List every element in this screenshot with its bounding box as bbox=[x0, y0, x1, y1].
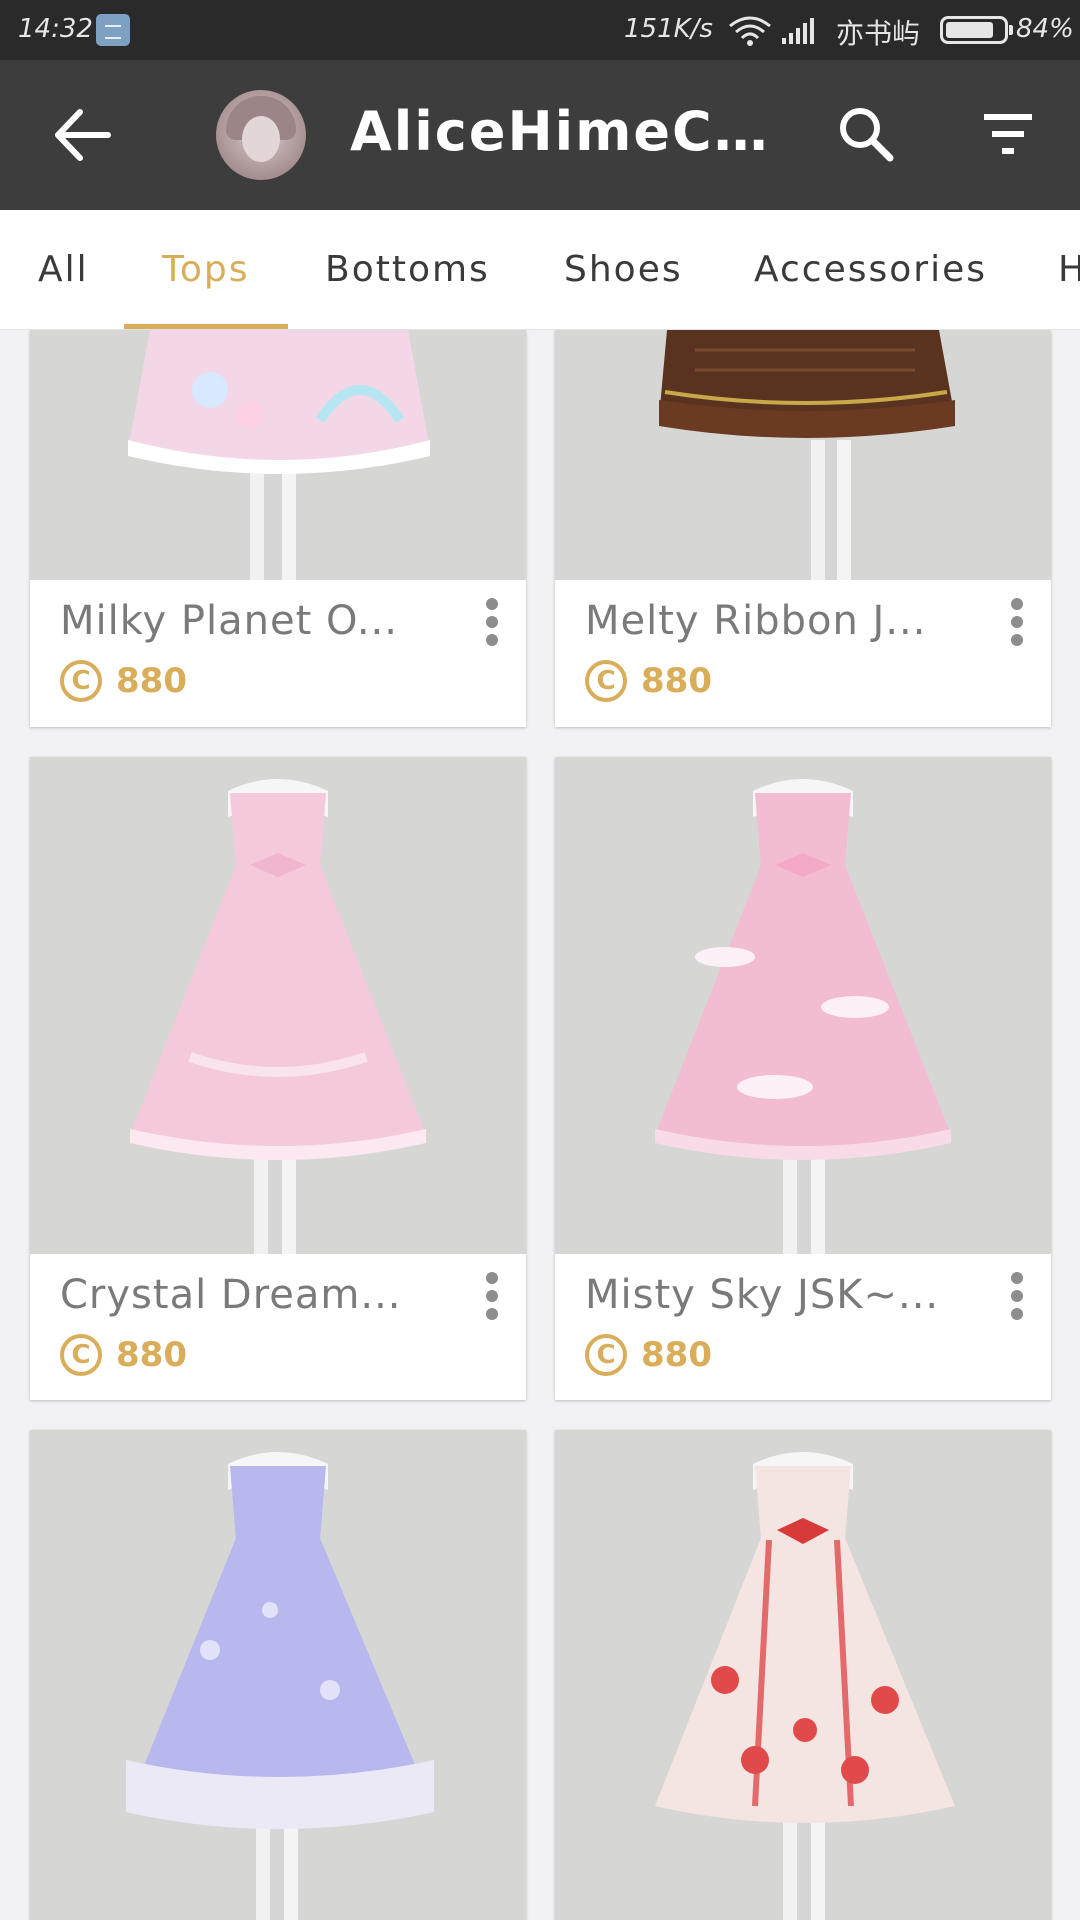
more-options-icon[interactable] bbox=[484, 598, 500, 648]
tab-accessories[interactable]: Accessories bbox=[754, 210, 987, 329]
signal-icon bbox=[782, 18, 814, 44]
product-price: 880 bbox=[116, 1335, 187, 1375]
page-title: AliceHimeCh... bbox=[350, 100, 780, 163]
product-name: Milky Planet O... bbox=[60, 598, 398, 644]
category-tabs: All Tops Bottoms Shoes Accessories H bbox=[0, 210, 1080, 330]
battery-icon bbox=[940, 16, 1013, 44]
coin-icon: C bbox=[60, 1334, 102, 1376]
product-price: 880 bbox=[641, 1335, 712, 1375]
more-options-icon[interactable] bbox=[484, 1272, 500, 1322]
tab-tops[interactable]: Tops bbox=[162, 210, 250, 329]
more-options-icon[interactable] bbox=[1009, 598, 1025, 648]
product-grid: Milky Planet O... C 880 Melty Ribbon J..… bbox=[0, 330, 1080, 1920]
coin-icon: C bbox=[585, 660, 627, 702]
avatar[interactable] bbox=[216, 90, 306, 180]
product-card[interactable]: Melty Ribbon J... C 880 bbox=[555, 330, 1051, 727]
tab-all[interactable]: All bbox=[38, 210, 89, 329]
coin-icon: C bbox=[60, 660, 102, 702]
product-image[interactable] bbox=[30, 330, 526, 580]
product-price: 880 bbox=[116, 661, 187, 701]
product-card[interactable] bbox=[555, 1430, 1051, 1920]
product-card[interactable]: Milky Planet O... C 880 bbox=[30, 330, 526, 727]
more-options-icon[interactable] bbox=[1009, 1272, 1025, 1322]
product-card[interactable] bbox=[30, 1430, 526, 1920]
back-arrow-icon[interactable] bbox=[50, 102, 116, 168]
status-time: 14:32 bbox=[18, 14, 93, 44]
app-bar: AliceHimeCh... bbox=[0, 60, 1080, 210]
filter-icon[interactable] bbox=[978, 108, 1038, 162]
product-info: Crystal Dream... C 880 bbox=[30, 1254, 526, 1400]
product-name: Crystal Dream... bbox=[60, 1272, 402, 1318]
tab-partial[interactable]: H bbox=[1058, 210, 1080, 329]
product-info: Milky Planet O... C 880 bbox=[30, 580, 526, 726]
product-name: Misty Sky JSK~... bbox=[585, 1272, 940, 1318]
search-icon[interactable] bbox=[836, 104, 896, 164]
product-name: Melty Ribbon J... bbox=[585, 598, 927, 644]
tab-shoes[interactable]: Shoes bbox=[564, 210, 683, 329]
battery-percent: 84% bbox=[1016, 14, 1074, 44]
wifi-icon bbox=[729, 16, 771, 46]
product-card[interactable]: Misty Sky JSK~... C 880 bbox=[555, 757, 1051, 1400]
product-info: Misty Sky JSK~... C 880 bbox=[555, 1254, 1051, 1400]
product-image[interactable] bbox=[555, 757, 1051, 1254]
product-image[interactable] bbox=[555, 330, 1051, 580]
carrier-name: 亦书屿 bbox=[836, 17, 921, 50]
network-speed: 151K/s bbox=[624, 14, 713, 44]
notification-icon bbox=[96, 14, 130, 46]
product-price: 880 bbox=[641, 661, 712, 701]
coin-icon: C bbox=[585, 1334, 627, 1376]
product-image[interactable] bbox=[30, 1430, 526, 1920]
product-image[interactable] bbox=[555, 1430, 1051, 1920]
status-bar: 14:32 151K/s 亦书屿 84% bbox=[0, 0, 1080, 60]
product-card[interactable]: Crystal Dream... C 880 bbox=[30, 757, 526, 1400]
product-info: Melty Ribbon J... C 880 bbox=[555, 580, 1051, 726]
product-image[interactable] bbox=[30, 757, 526, 1254]
tab-bottoms[interactable]: Bottoms bbox=[325, 210, 490, 329]
